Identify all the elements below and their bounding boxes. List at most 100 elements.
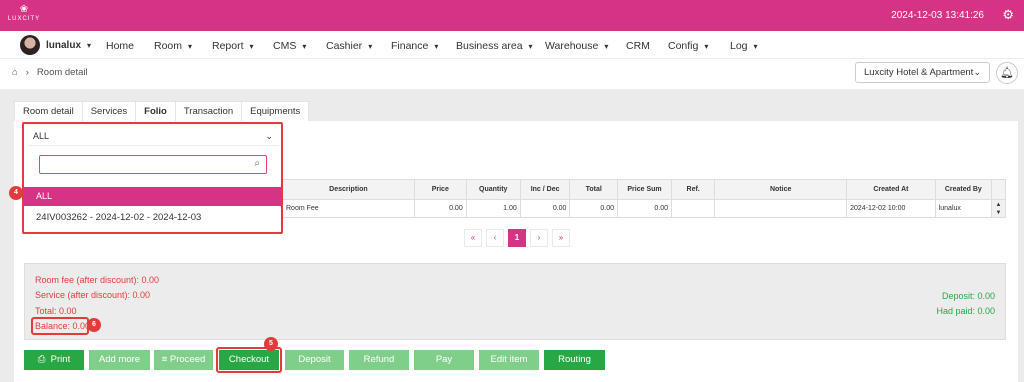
scrollbar[interactable]: ▲ ▼ xyxy=(990,199,1007,218)
user-name: lunalux xyxy=(46,39,82,51)
nav-config[interactable]: Config ▾ xyxy=(668,40,708,52)
chevron-down-icon: ▾ xyxy=(87,40,92,50)
list-icon: ≡ xyxy=(161,354,168,365)
search-icon: ⌕ xyxy=(254,158,260,169)
tab-room-detail[interactable]: Room detail xyxy=(14,101,83,121)
col-description: Description xyxy=(282,179,415,200)
hotel-select-value: Luxcity Hotel & Apartment xyxy=(864,67,974,78)
routing-button[interactable]: Routing xyxy=(544,350,605,370)
cell-total: 0.00 xyxy=(569,199,618,218)
tab-services[interactable]: Services xyxy=(81,101,137,121)
chevron-down-icon: ▾ xyxy=(188,42,193,51)
hotel-select[interactable]: Luxcity Hotel & Apartment ⌄ xyxy=(855,62,990,83)
tab-equipments[interactable]: Equipments xyxy=(241,101,310,121)
nav-report-label: Report xyxy=(212,40,244,52)
balance-highlight xyxy=(31,317,89,335)
nav-cms-label: CMS xyxy=(273,40,297,52)
arrow-up-icon[interactable]: ▲ xyxy=(995,202,1001,208)
table-row[interactable]: Room Fee 0.00 1.00 0.00 0.00 0.00 2024-1… xyxy=(282,199,1007,218)
dropdown-option-invoice[interactable]: 24IV003262 - 2024-12-02 - 2024-12-03 xyxy=(24,208,281,227)
nav-cms[interactable]: CMS ▾ xyxy=(273,40,306,52)
step-badge-4: 4 xyxy=(9,186,23,200)
chevron-down-icon: ▾ xyxy=(249,42,254,51)
cell-created-by: lunalux xyxy=(934,199,992,218)
nav-report[interactable]: Report ▾ xyxy=(212,40,254,52)
arrow-down-icon[interactable]: ▼ xyxy=(995,210,1001,216)
folio-filter-dropdown: ALL ⌄ ⌕ ALL 24IV003262 - 2024-12-02 - 20… xyxy=(22,122,283,234)
chevron-down-icon: ⌄ xyxy=(973,67,981,77)
print-button-label: Print xyxy=(50,354,71,365)
brand-logo[interactable]: ❀ LUXCITY xyxy=(6,4,42,28)
nav-home-label: Home xyxy=(106,40,135,52)
col-created-at: Created At xyxy=(846,179,936,200)
col-notice: Notice xyxy=(714,179,848,200)
nav-warehouse-label: Warehouse xyxy=(545,40,599,52)
tab-folio[interactable]: Folio xyxy=(135,101,176,121)
cell-notice xyxy=(714,199,848,218)
nav-cashier-label: Cashier xyxy=(326,40,363,52)
bell-icon[interactable]: 🔔︎ xyxy=(996,62,1018,84)
folio-filter-select[interactable]: ALL ⌄ xyxy=(28,128,279,146)
print-button[interactable]: ⎙ Print xyxy=(24,350,84,370)
nav-finance[interactable]: Finance ▾ xyxy=(391,40,438,52)
chevron-down-icon: ▾ xyxy=(753,42,758,51)
nav-room-label: Room xyxy=(154,40,183,52)
tab-transaction[interactable]: Transaction xyxy=(174,101,243,121)
logo-mark-icon: ❀ xyxy=(19,4,29,15)
logo-text: LUXCITY xyxy=(7,16,41,22)
pay-button[interactable]: Pay xyxy=(414,350,474,370)
folio-summary: Room fee (after discount): 0.00 Service … xyxy=(24,263,1006,340)
chevron-down-icon: ⌄ xyxy=(265,131,273,141)
room-fee-total: Room fee (after discount): 0.00 xyxy=(35,275,160,285)
page-current-button[interactable]: 1 xyxy=(508,229,526,247)
printer-icon: ⎙ xyxy=(37,354,46,365)
edit-item-button[interactable]: Edit item xyxy=(479,350,539,370)
home-icon[interactable]: ⌂ xyxy=(12,67,18,78)
cell-price: 0.00 xyxy=(413,199,467,218)
col-quantity: Quantity xyxy=(465,179,521,200)
scrollbar-track[interactable] xyxy=(990,179,1007,200)
chevron-down-icon: ▾ xyxy=(604,42,609,51)
cell-description: Room Fee xyxy=(282,199,415,218)
nav-business-area[interactable]: Business area ▾ xyxy=(456,40,533,52)
refund-button[interactable]: Refund xyxy=(349,350,409,370)
breadcrumb: ⌂ › Room detail xyxy=(12,67,88,78)
nav-config-label: Config xyxy=(668,40,699,52)
avatar xyxy=(20,35,40,55)
deposit-button[interactable]: Deposit xyxy=(285,350,344,370)
settings-gear-icon[interactable]: ⚙ xyxy=(1002,7,1014,23)
page-last-button[interactable]: » xyxy=(552,229,570,247)
add-more-button[interactable]: Add more xyxy=(89,350,150,370)
user-menu[interactable]: lunalux ▾ xyxy=(20,35,91,55)
col-price: Price xyxy=(413,179,467,200)
chevron-down-icon: ▾ xyxy=(704,42,709,51)
page-prev-button[interactable]: ‹ xyxy=(486,229,504,247)
col-total: Total xyxy=(569,179,618,200)
page-next-button[interactable]: › xyxy=(530,229,548,247)
service-total: Service (after discount): 0.00 xyxy=(35,290,151,300)
folio-filter-search[interactable]: ⌕ xyxy=(39,155,267,174)
grand-total: Total: 0.00 xyxy=(35,306,77,316)
cell-price-sum: 0.00 xyxy=(616,199,673,218)
dropdown-option-all[interactable]: ALL xyxy=(24,187,281,206)
had-paid-total: Had paid: 0.00 xyxy=(936,306,995,316)
page-first-button[interactable]: « xyxy=(464,229,482,247)
nav-crm-label: CRM xyxy=(626,40,650,52)
nav-cashier[interactable]: Cashier ▾ xyxy=(326,40,372,52)
room-tabs: Room detail Services Folio Transaction E… xyxy=(14,101,310,121)
nav-finance-label: Finance xyxy=(391,40,429,52)
nav-room[interactable]: Room ▾ xyxy=(154,40,192,52)
chevron-down-icon: ▾ xyxy=(434,42,439,51)
deposit-total: Deposit: 0.00 xyxy=(941,291,995,301)
step-badge-5: 5 xyxy=(264,337,278,351)
chevron-down-icon: ▾ xyxy=(368,42,373,51)
folio-filter-value: ALL xyxy=(33,131,50,141)
nav-log[interactable]: Log ▾ xyxy=(730,40,758,52)
cell-inc-dec: 0.00 xyxy=(519,199,571,218)
nav-warehouse[interactable]: Warehouse ▾ xyxy=(545,40,608,52)
main-nav: lunalux ▾ Home Room ▾ Report ▾ CMS ▾ Cashie… xyxy=(0,31,1024,59)
nav-crm[interactable]: CRM xyxy=(626,40,650,52)
nav-home[interactable]: Home xyxy=(106,40,134,52)
col-created-by: Created By xyxy=(934,179,992,200)
proceed-button[interactable]: ≡ Proceed xyxy=(154,350,213,370)
